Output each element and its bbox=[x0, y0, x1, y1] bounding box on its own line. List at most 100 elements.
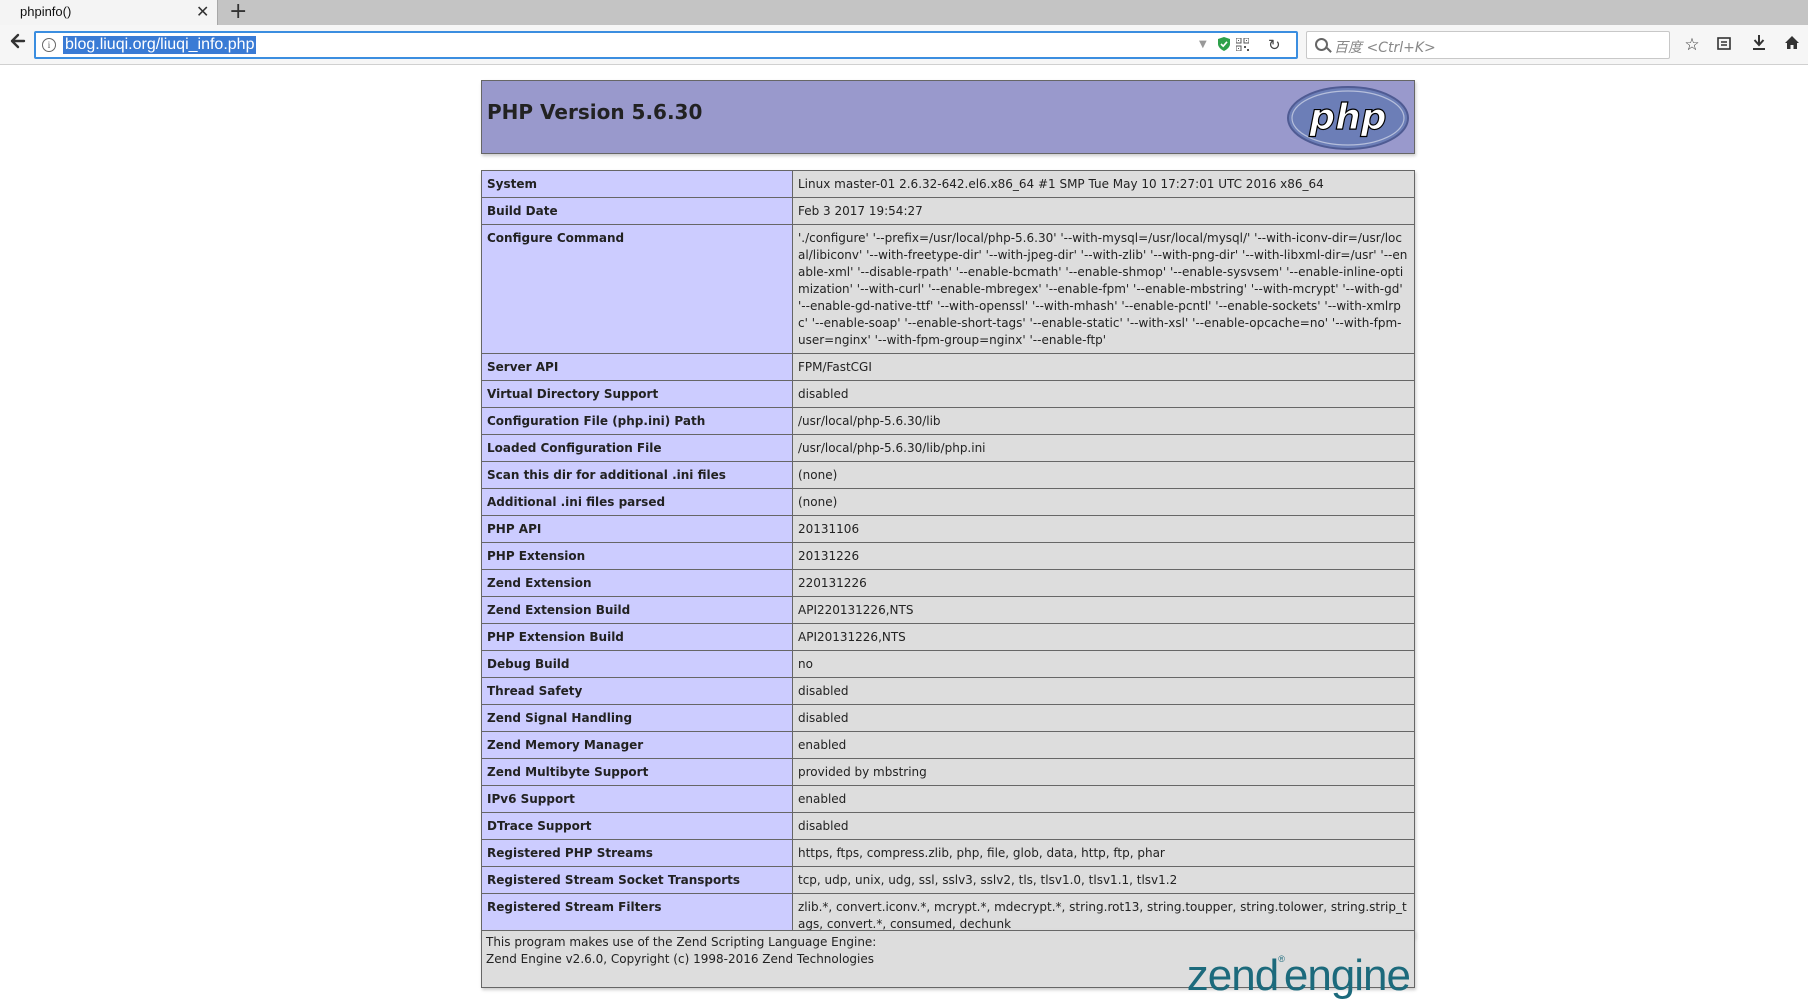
row-key: IPv6 Support bbox=[481, 785, 793, 813]
row-value: API220131226,NTS bbox=[792, 596, 1415, 624]
row-value: tcp, udp, unix, udg, ssl, sslv3, sslv2, … bbox=[792, 866, 1415, 894]
row-key: Virtual Directory Support bbox=[481, 380, 793, 408]
row-key: Configuration File (php.ini) Path bbox=[481, 407, 793, 435]
table-row: Scan this dir for additional .ini files(… bbox=[481, 461, 1415, 489]
row-value: Linux master-01 2.6.32-642.el6.x86_64 #1… bbox=[792, 170, 1415, 198]
row-value: disabled bbox=[792, 704, 1415, 732]
php-info-table: System Linux master-01 2.6.32-642.el6.x86… bbox=[481, 170, 1415, 938]
zend-notice-line: This program makes use of the Zend Scrip… bbox=[486, 935, 877, 949]
row-value: 20131106 bbox=[792, 515, 1415, 543]
row-key: Zend Multibyte Support bbox=[481, 758, 793, 786]
row-key: Debug Build bbox=[481, 650, 793, 678]
reload-icon[interactable]: ↻ bbox=[1268, 36, 1281, 54]
row-value: enabled bbox=[792, 785, 1415, 813]
row-key: System bbox=[481, 170, 793, 198]
tab-title: phpinfo() bbox=[20, 4, 72, 19]
row-value: Feb 3 2017 19:54:27 bbox=[792, 197, 1415, 225]
row-key: Registered Stream Socket Transports bbox=[481, 866, 793, 894]
row-key: Server API bbox=[481, 353, 793, 381]
row-value: API20131226,NTS bbox=[792, 623, 1415, 651]
reader-icon[interactable] bbox=[1713, 34, 1735, 56]
close-icon[interactable]: ✕ bbox=[196, 2, 209, 21]
table-row: Server API FPM/FastCGI bbox=[481, 353, 1415, 381]
row-key: Zend Extension bbox=[481, 569, 793, 597]
info-icon[interactable]: i bbox=[42, 38, 56, 52]
row-value: 220131226 bbox=[792, 569, 1415, 597]
table-row: Debug Build no bbox=[481, 650, 1415, 678]
php-logo: php bbox=[1287, 86, 1409, 150]
table-row: Zend Memory Manager enabled bbox=[481, 731, 1415, 759]
back-arrow-icon[interactable] bbox=[4, 32, 30, 58]
row-key: Zend Memory Manager bbox=[481, 731, 793, 759]
table-row: PHP API 20131106 bbox=[481, 515, 1415, 543]
row-key: Build Date bbox=[481, 197, 793, 225]
table-row: Zend Multibyte Support provided by mbstri… bbox=[481, 758, 1415, 786]
row-value: https, ftps, compress.zlib, php, file, g… bbox=[792, 839, 1415, 867]
row-value: disabled bbox=[792, 380, 1415, 408]
row-key: Loaded Configuration File bbox=[481, 434, 793, 462]
download-icon[interactable] bbox=[1748, 34, 1770, 56]
row-value: enabled bbox=[792, 731, 1415, 759]
dropdown-icon[interactable]: ▼ bbox=[1199, 36, 1207, 54]
row-key: Zend Signal Handling bbox=[481, 704, 793, 732]
row-value: no bbox=[792, 650, 1415, 678]
url-input[interactable]: blog.liuqi.org/liuqi_info.php bbox=[63, 36, 257, 54]
table-row: Configuration File (php.ini) Path/usr/lo… bbox=[481, 407, 1415, 435]
table-row: Zend Signal Handling disabled bbox=[481, 704, 1415, 732]
tab-bar: phpinfo() ✕ + bbox=[0, 0, 1808, 25]
row-key: Additional .ini files parsed bbox=[481, 488, 793, 516]
table-row: Zend Extension Build API220131226,NTS bbox=[481, 596, 1415, 624]
search-input[interactable]: 百度 <Ctrl+K> bbox=[1334, 37, 1436, 57]
row-value: (none) bbox=[792, 488, 1415, 516]
row-value: FPM/FastCGI bbox=[792, 353, 1415, 381]
php-logo-text: php bbox=[1308, 97, 1386, 138]
table-row: Zend Extension 220131226 bbox=[481, 569, 1415, 597]
table-row: PHP Extension Build API20131226,NTS bbox=[481, 623, 1415, 651]
url-bar[interactable]: i blog.liuqi.org/liuqi_info.php ▼ ↻ bbox=[34, 31, 1298, 59]
table-row: DTrace Support disabled bbox=[481, 812, 1415, 840]
row-key: Configure Command bbox=[481, 224, 793, 354]
row-key: PHP Extension Build bbox=[481, 623, 793, 651]
row-key: Registered PHP Streams bbox=[481, 839, 793, 867]
row-value: /usr/local/php-5.6.30/lib/php.ini bbox=[792, 434, 1415, 462]
row-key: DTrace Support bbox=[481, 812, 793, 840]
row-value: (none) bbox=[792, 461, 1415, 489]
row-value: provided by mbstring bbox=[792, 758, 1415, 786]
row-value: './configure' '--prefix=/usr/local/php-5… bbox=[792, 224, 1415, 354]
new-tab-icon[interactable]: + bbox=[229, 0, 247, 24]
table-row: IPv6 Support enabled bbox=[481, 785, 1415, 813]
zend-engine-box: This program makes use of the Zend Scrip… bbox=[481, 930, 1415, 1000]
table-row: PHP Extension 20131226 bbox=[481, 542, 1415, 570]
navigation-toolbar: i blog.liuqi.org/liuqi_info.php ▼ ↻ 百度 <… bbox=[0, 25, 1808, 65]
table-row: Registered Stream Socket Transports tcp, … bbox=[481, 866, 1415, 894]
table-row: Loaded Configuration File/usr/local/php-… bbox=[481, 434, 1415, 462]
tab-phpinfo[interactable]: phpinfo() ✕ bbox=[0, 0, 218, 25]
table-row: Thread Safety disabled bbox=[481, 677, 1415, 705]
table-row: Registered PHP Streams https, ftps, compr… bbox=[481, 839, 1415, 867]
php-version-header: PHP Version 5.6.30 php bbox=[481, 80, 1415, 154]
row-key: PHP API bbox=[481, 515, 793, 543]
row-value: disabled bbox=[792, 812, 1415, 840]
table-row: Additional .ini files parsed (none) bbox=[481, 488, 1415, 516]
home-icon[interactable] bbox=[1781, 34, 1803, 56]
row-value: disabled bbox=[792, 677, 1415, 705]
shield-icon[interactable] bbox=[1218, 37, 1230, 51]
row-key: Zend Extension Build bbox=[481, 596, 793, 624]
star-icon[interactable]: ☆ bbox=[1681, 34, 1703, 56]
search-icon bbox=[1315, 38, 1328, 51]
row-key: Thread Safety bbox=[481, 677, 793, 705]
qr-code-icon[interactable] bbox=[1235, 37, 1250, 52]
engine-logo-word: engine bbox=[1283, 951, 1411, 1000]
row-value: 20131226 bbox=[792, 542, 1415, 570]
zend-engine-logo: zend®engine bbox=[1186, 935, 1411, 1000]
page-title: PHP Version 5.6.30 bbox=[487, 100, 703, 124]
table-row: Virtual Directory Support disabled bbox=[481, 380, 1415, 408]
table-row: Build Date Feb 3 2017 19:54:27 bbox=[481, 197, 1415, 225]
table-row: Configure Command './configure' '--prefix… bbox=[481, 224, 1415, 354]
table-row: System Linux master-01 2.6.32-642.el6.x86… bbox=[481, 170, 1415, 198]
search-bar[interactable]: 百度 <Ctrl+K> bbox=[1306, 31, 1670, 59]
row-key: PHP Extension bbox=[481, 542, 793, 570]
row-key: Scan this dir for additional .ini files bbox=[481, 461, 793, 489]
row-value: /usr/local/php-5.6.30/lib bbox=[792, 407, 1415, 435]
zend-logo-word: zend bbox=[1186, 951, 1279, 1000]
